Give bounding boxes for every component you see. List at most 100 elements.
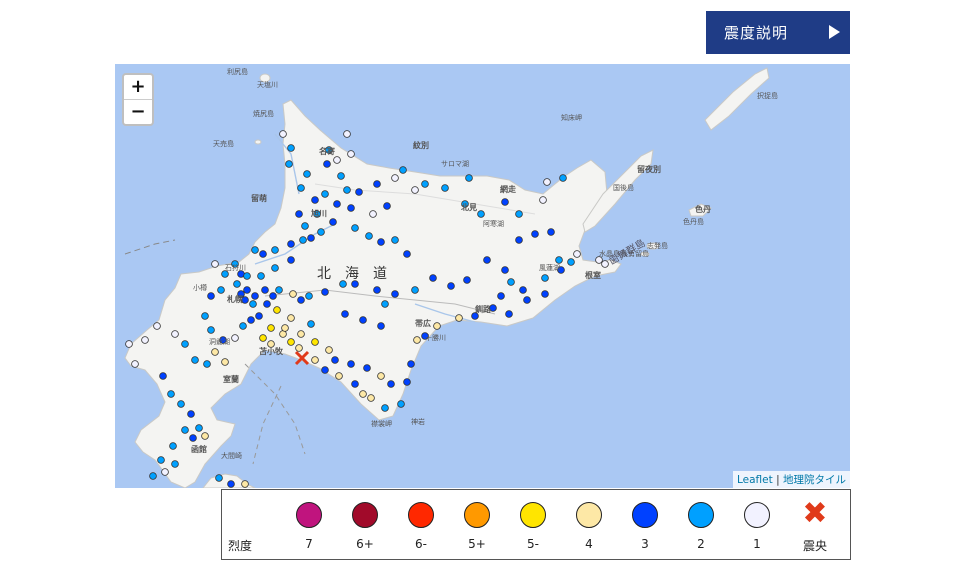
station-marker[interactable] <box>299 236 307 244</box>
station-marker[interactable] <box>321 190 329 198</box>
station-marker[interactable] <box>501 198 509 206</box>
station-marker[interactable] <box>381 300 389 308</box>
station-marker[interactable] <box>403 250 411 258</box>
station-marker[interactable] <box>373 286 381 294</box>
station-marker[interactable] <box>251 246 259 254</box>
station-marker[interactable] <box>243 286 251 294</box>
station-marker[interactable] <box>201 432 209 440</box>
station-marker[interactable] <box>227 480 235 488</box>
station-marker[interactable] <box>567 258 575 266</box>
station-marker[interactable] <box>559 174 567 182</box>
station-marker[interactable] <box>377 372 385 380</box>
station-marker[interactable] <box>239 322 247 330</box>
station-marker[interactable] <box>333 156 341 164</box>
station-marker[interactable] <box>211 260 219 268</box>
station-marker[interactable] <box>505 310 513 318</box>
station-marker[interactable] <box>271 246 279 254</box>
station-marker[interactable] <box>281 324 289 332</box>
station-marker[interactable] <box>391 236 399 244</box>
station-marker[interactable] <box>321 288 329 296</box>
station-marker[interactable] <box>347 150 355 158</box>
zoom-out-button[interactable]: − <box>124 100 152 124</box>
station-marker[interactable] <box>323 160 331 168</box>
station-marker[interactable] <box>279 130 287 138</box>
station-marker[interactable] <box>399 166 407 174</box>
station-marker[interactable] <box>429 274 437 282</box>
station-marker[interactable] <box>337 172 345 180</box>
station-marker[interactable] <box>331 356 339 364</box>
station-marker[interactable] <box>267 324 275 332</box>
station-marker[interactable] <box>365 232 373 240</box>
station-marker[interactable] <box>303 170 311 178</box>
station-marker[interactable] <box>531 230 539 238</box>
station-marker[interactable] <box>201 312 209 320</box>
station-marker[interactable] <box>541 274 549 282</box>
station-marker[interactable] <box>275 286 283 294</box>
station-marker[interactable] <box>519 286 527 294</box>
station-marker[interactable] <box>411 186 419 194</box>
station-marker[interactable] <box>203 360 211 368</box>
earthquake-map[interactable]: 利尻島 天塩川 焼尻島 天売島 名寄 紋別 サロマ湖 網走 留萌 旭川 北見 阿… <box>115 64 850 488</box>
station-marker[interactable] <box>207 326 215 334</box>
station-marker[interactable] <box>515 236 523 244</box>
station-marker[interactable] <box>483 256 491 264</box>
station-marker[interactable] <box>289 290 297 298</box>
station-marker[interactable] <box>215 474 223 482</box>
station-marker[interactable] <box>543 178 551 186</box>
station-marker[interactable] <box>217 286 225 294</box>
station-marker[interactable] <box>249 300 257 308</box>
station-marker[interactable] <box>391 174 399 182</box>
station-marker[interactable] <box>573 250 581 258</box>
station-marker[interactable] <box>297 330 305 338</box>
station-marker[interactable] <box>297 296 305 304</box>
station-marker[interactable] <box>231 334 239 342</box>
station-marker[interactable] <box>321 366 329 374</box>
station-marker[interactable] <box>343 186 351 194</box>
station-marker[interactable] <box>325 346 333 354</box>
station-marker[interactable] <box>433 322 441 330</box>
station-marker[interactable] <box>351 224 359 232</box>
station-marker[interactable] <box>507 278 515 286</box>
station-marker[interactable] <box>295 210 303 218</box>
station-marker[interactable] <box>311 196 319 204</box>
station-marker[interactable] <box>387 380 395 388</box>
station-marker[interactable] <box>187 410 195 418</box>
station-marker[interactable] <box>413 336 421 344</box>
station-marker[interactable] <box>369 210 377 218</box>
station-marker[interactable] <box>243 272 251 280</box>
station-marker[interactable] <box>411 286 419 294</box>
station-marker[interactable] <box>177 400 185 408</box>
station-marker[interactable] <box>181 340 189 348</box>
station-marker[interactable] <box>271 264 279 272</box>
station-marker[interactable] <box>195 424 203 432</box>
station-marker[interactable] <box>341 310 349 318</box>
station-marker[interactable] <box>465 174 473 182</box>
station-marker[interactable] <box>335 372 343 380</box>
station-marker[interactable] <box>363 364 371 372</box>
station-marker[interactable] <box>501 266 509 274</box>
station-marker[interactable] <box>259 250 267 258</box>
station-marker[interactable] <box>497 292 505 300</box>
station-marker[interactable] <box>255 312 263 320</box>
station-marker[interactable] <box>523 296 531 304</box>
station-marker[interactable] <box>301 222 309 230</box>
station-marker[interactable] <box>403 378 411 386</box>
station-marker[interactable] <box>367 394 375 402</box>
station-marker[interactable] <box>355 188 363 196</box>
station-marker[interactable] <box>141 336 149 344</box>
station-marker[interactable] <box>447 282 455 290</box>
station-marker[interactable] <box>207 292 215 300</box>
station-marker[interactable] <box>149 472 157 480</box>
station-marker[interactable] <box>167 390 175 398</box>
station-marker[interactable] <box>169 442 177 450</box>
station-marker[interactable] <box>269 292 277 300</box>
station-marker[interactable] <box>391 290 399 298</box>
station-marker[interactable] <box>297 184 305 192</box>
station-marker[interactable] <box>287 338 295 346</box>
station-marker[interactable] <box>381 404 389 412</box>
station-marker[interactable] <box>373 180 381 188</box>
station-marker[interactable] <box>311 356 319 364</box>
station-marker[interactable] <box>343 130 351 138</box>
station-marker[interactable] <box>351 380 359 388</box>
station-marker[interactable] <box>171 330 179 338</box>
